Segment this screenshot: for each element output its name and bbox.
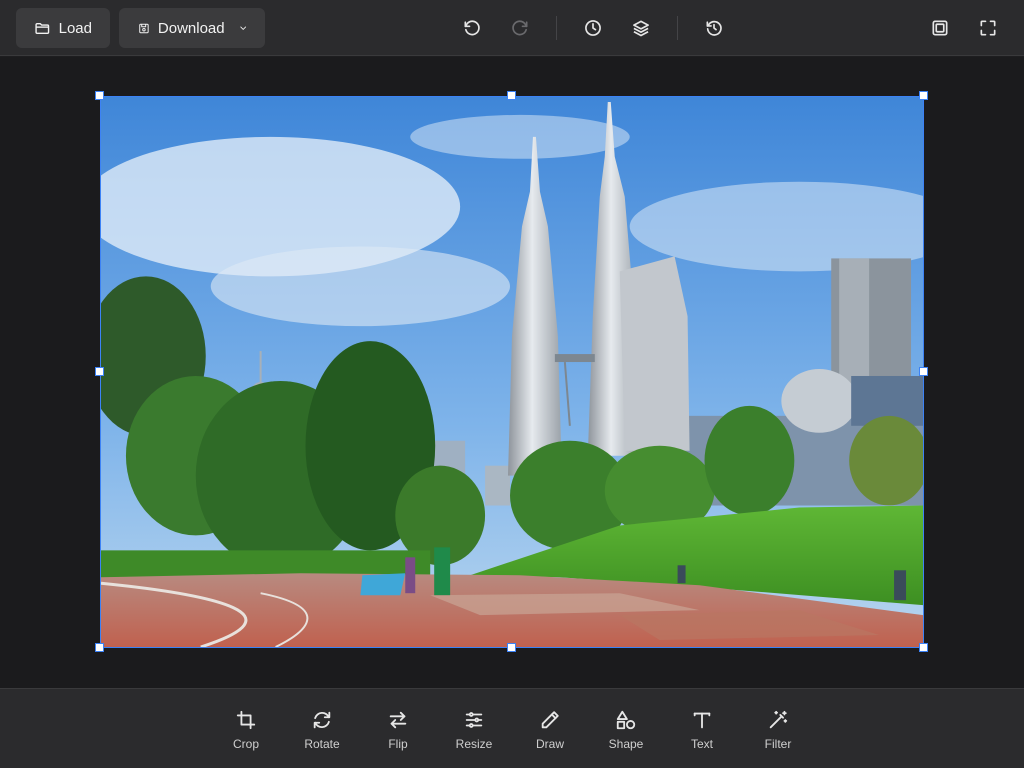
text-tool[interactable]: Text <box>672 709 732 753</box>
crop-icon <box>236 710 256 730</box>
history-button[interactable] <box>581 16 605 40</box>
top-toolbar: Load Download <box>0 0 1024 56</box>
save-icon <box>139 23 149 33</box>
resize-handle[interactable] <box>507 91 516 100</box>
load-label: Load <box>58 19 92 37</box>
flip-label: Flip <box>388 737 408 751</box>
resize-handle[interactable] <box>95 367 104 376</box>
layers-button[interactable] <box>629 16 653 40</box>
resize-handle[interactable] <box>919 643 928 652</box>
undo-button[interactable] <box>460 16 484 40</box>
undo-icon <box>464 20 480 36</box>
compare-button[interactable] <box>928 16 952 40</box>
fullscreen-button[interactable] <box>976 16 1000 40</box>
resize-handle[interactable] <box>507 643 516 652</box>
shape-label: Shape <box>608 737 644 751</box>
toolbar-divider <box>556 16 557 40</box>
chevron-down-icon <box>239 26 246 30</box>
filter-tool[interactable]: Filter <box>748 709 808 753</box>
shape-tool[interactable]: Shape <box>596 709 656 753</box>
rotate-label: Rotate <box>304 737 340 751</box>
cityscape-photo <box>101 97 923 647</box>
text-icon <box>693 712 711 729</box>
crop-tool[interactable]: Crop <box>216 709 276 753</box>
resize-handle[interactable] <box>919 91 928 100</box>
folder-icon <box>35 22 50 34</box>
compare-icon <box>932 20 948 36</box>
pencil-icon <box>541 711 559 729</box>
history-icon <box>585 20 601 36</box>
sliders-icon <box>465 712 483 728</box>
tools-toolbar: Crop Rotate Flip Resize Draw Shape Text … <box>0 688 1024 768</box>
fullscreen-icon <box>980 20 996 36</box>
redo-icon <box>512 20 528 36</box>
draw-tool[interactable]: Draw <box>520 709 580 753</box>
flip-icon <box>389 711 407 729</box>
rotate-icon <box>313 711 331 729</box>
resize-handle[interactable] <box>919 367 928 376</box>
filter-label: Filter <box>764 737 792 751</box>
redo-button[interactable] <box>508 16 532 40</box>
flip-tool[interactable]: Flip <box>368 709 428 753</box>
reset-button[interactable] <box>702 16 726 40</box>
load-button[interactable]: Load <box>16 8 110 48</box>
resize-label: Resize <box>455 737 493 751</box>
download-label: Download <box>157 19 225 37</box>
resize-handle[interactable] <box>95 91 104 100</box>
rotate-tool[interactable]: Rotate <box>292 709 352 753</box>
text-label: Text <box>690 737 713 751</box>
resize-handle[interactable] <box>95 643 104 652</box>
download-button[interactable]: Download <box>119 8 265 48</box>
reset-icon <box>706 20 722 36</box>
resize-tool[interactable]: Resize <box>444 709 504 753</box>
shapes-icon <box>616 710 636 730</box>
layers-icon <box>633 20 649 37</box>
editor-canvas[interactable] <box>0 57 1024 688</box>
toolbar-divider <box>677 16 678 40</box>
magic-wand-icon <box>769 710 788 729</box>
crop-label: Crop <box>232 737 259 751</box>
edited-photo[interactable] <box>100 96 924 648</box>
draw-label: Draw <box>535 737 564 751</box>
